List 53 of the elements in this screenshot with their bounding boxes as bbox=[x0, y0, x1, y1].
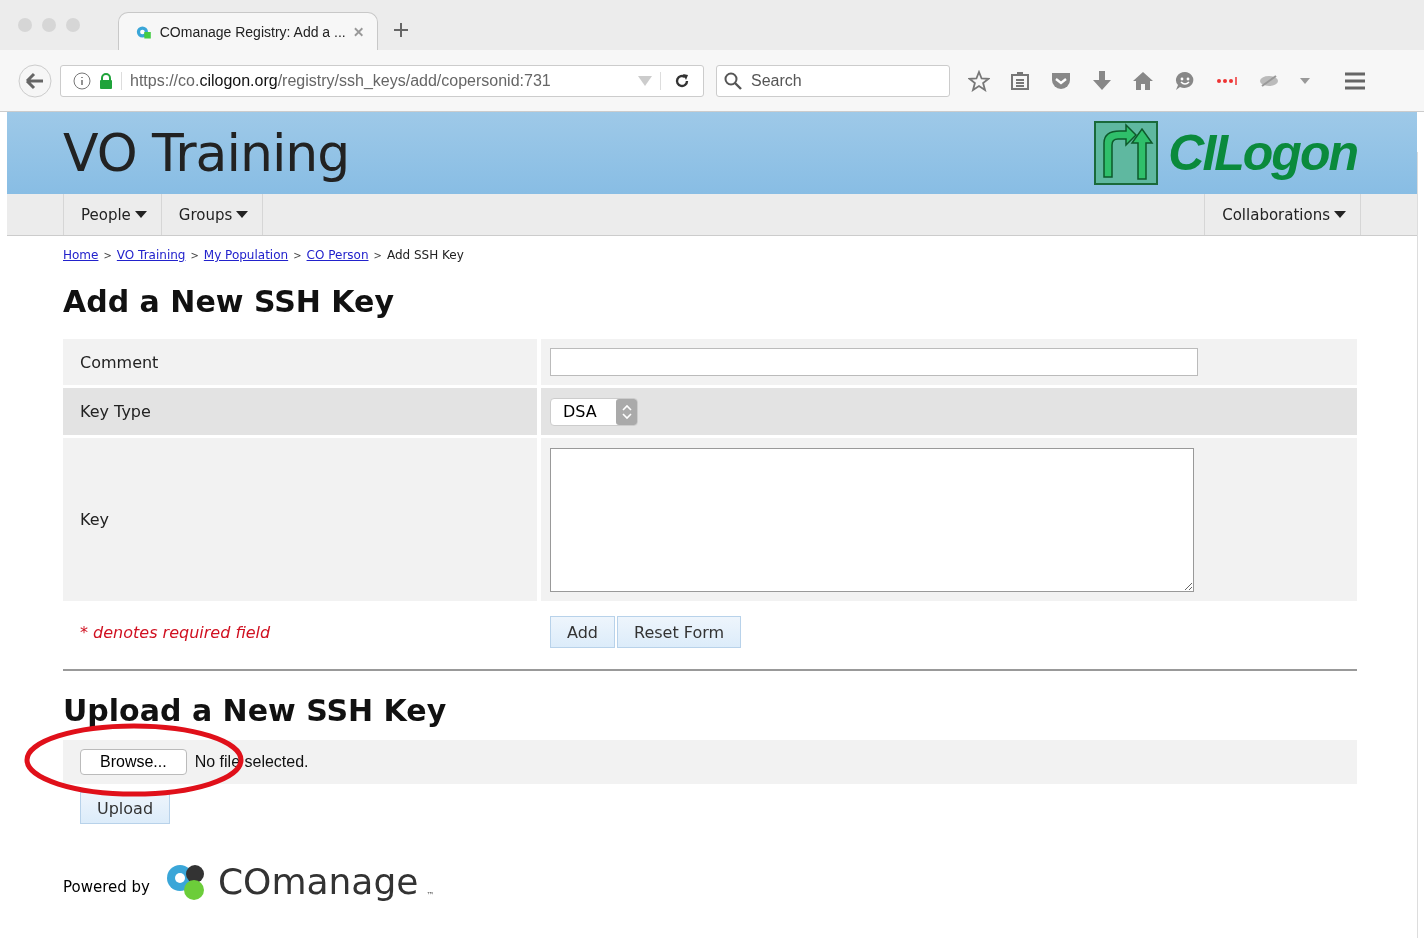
chat-icon[interactable] bbox=[1174, 70, 1196, 91]
breadcrumb-link[interactable]: CO Person bbox=[306, 248, 369, 262]
breadcrumb-link[interactable]: VO Training bbox=[116, 248, 186, 262]
field-label: Key bbox=[80, 510, 109, 529]
new-tab-icon[interactable] bbox=[394, 23, 408, 37]
download-icon[interactable] bbox=[1092, 69, 1112, 92]
nav-menu-item[interactable]: Collaborations bbox=[1204, 194, 1361, 235]
padlock-icon bbox=[99, 72, 113, 89]
reload-icon[interactable] bbox=[660, 71, 691, 90]
stepper-icon bbox=[616, 398, 637, 425]
arrows-logo-icon bbox=[1094, 121, 1159, 185]
dots-icon[interactable] bbox=[1216, 75, 1238, 86]
breadcrumb-separator: > bbox=[103, 250, 112, 261]
browser-tab[interactable]: COmanage Registry: Add a ... bbox=[118, 12, 378, 50]
key-type-select[interactable]: DSA bbox=[550, 397, 638, 426]
info-icon[interactable] bbox=[73, 71, 91, 90]
close-icon[interactable] bbox=[353, 26, 363, 37]
comment-field[interactable] bbox=[550, 348, 1198, 376]
section-heading: Upload a New SSH Key bbox=[63, 693, 448, 728]
menu-icon[interactable] bbox=[1344, 71, 1366, 90]
back-icon[interactable] bbox=[18, 63, 52, 98]
form-button[interactable]: Reset Form bbox=[617, 616, 742, 648]
nav-menu-item[interactable]: People bbox=[63, 194, 162, 235]
nav-menu-item[interactable]: Groups bbox=[160, 194, 264, 235]
breadcrumb-separator: > bbox=[293, 250, 302, 261]
form-button[interactable]: Add bbox=[550, 616, 615, 648]
breadcrumb-separator: > bbox=[190, 250, 199, 261]
site-title: VO Training bbox=[63, 123, 350, 183]
logo-text: CILogon bbox=[1168, 124, 1357, 182]
browse-button[interactable]: Browse... bbox=[80, 749, 187, 775]
required-note: * denotes required field bbox=[80, 622, 271, 642]
powered-by-text: Powered by bbox=[63, 878, 150, 896]
caret-icon bbox=[134, 211, 147, 218]
caret-icon bbox=[236, 211, 249, 218]
section-heading: Add a New SSH Key bbox=[63, 284, 395, 319]
address-bar[interactable]: https://co.cilogon.org/registry/ssh_keys/add/copersonid:731 bbox=[60, 64, 704, 97]
field-label: Comment bbox=[80, 352, 159, 372]
shield-icon[interactable] bbox=[1050, 70, 1072, 91]
breadcrumb-current: Add SSH Key bbox=[386, 248, 464, 262]
clipboard-icon[interactable] bbox=[1010, 70, 1030, 91]
search-icon bbox=[724, 71, 742, 90]
star-icon[interactable] bbox=[968, 69, 990, 92]
url-text: https://co.cilogon.org/registry/ssh_keys/add/copersonid:731 bbox=[121, 71, 630, 90]
breadcrumb-link[interactable]: My Population bbox=[203, 248, 289, 262]
home-icon[interactable] bbox=[1132, 70, 1154, 91]
breadcrumb-link[interactable]: Home bbox=[63, 248, 99, 262]
caret-icon[interactable] bbox=[1300, 77, 1310, 84]
search-field[interactable]: Search bbox=[716, 64, 950, 97]
logo-text: COmanage bbox=[217, 864, 419, 900]
breadcrumb-separator: > bbox=[373, 250, 382, 261]
field-label: Key Type bbox=[80, 402, 151, 421]
caret-icon bbox=[1334, 211, 1346, 218]
trademark-mark: ™ bbox=[426, 891, 435, 900]
